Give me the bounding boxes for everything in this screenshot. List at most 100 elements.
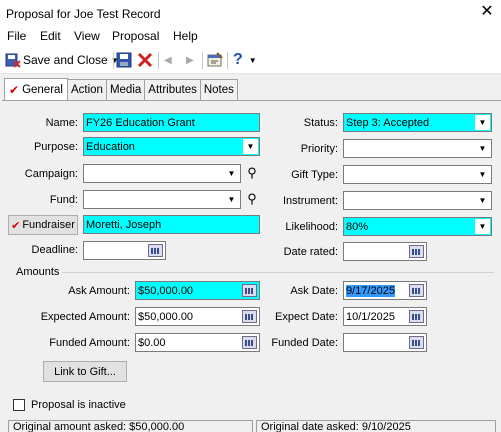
name-field[interactable]: FY26 Education Grant — [83, 113, 260, 132]
menu-edit[interactable]: Edit — [40, 29, 61, 43]
funded-date-label: Funded Date: — [271, 337, 338, 349]
funded-amount-value: $0.00 — [138, 336, 166, 349]
checkmark-icon: ✔ — [11, 219, 21, 232]
deadline-label: Deadline: — [31, 244, 78, 256]
previous-record-icon[interactable]: ◀ — [164, 50, 172, 70]
purpose-label: Purpose: — [33, 141, 78, 153]
deadline-field[interactable] — [83, 241, 166, 260]
tab-media[interactable]: Media — [105, 79, 146, 100]
fundraiser-field[interactable]: Moretti, Joseph — [83, 215, 260, 234]
campaign-label: Campaign: — [24, 168, 78, 180]
fund-select[interactable]: ▼ — [83, 190, 241, 209]
instrument-label: Instrument: — [282, 195, 338, 207]
save-button[interactable] — [116, 50, 132, 70]
expect-date-field[interactable]: 10/1/2025 — [343, 307, 427, 326]
link-to-gift-button[interactable]: Link to Gift... — [43, 361, 127, 382]
expect-date-value: 10/1/2025 — [346, 310, 395, 323]
status-select[interactable]: Step 3: Accepted ▼ — [343, 113, 492, 132]
likelihood-select[interactable]: 80% ▼ — [343, 217, 492, 236]
binoculars-icon[interactable]: ⚲ — [244, 191, 260, 207]
likelihood-label: Likelihood: — [285, 221, 338, 233]
name-label: Name: — [45, 117, 78, 129]
close-icon[interactable]: ✕ — [477, 3, 497, 21]
instrument-select[interactable]: ▼ — [343, 191, 492, 210]
calendar-icon[interactable] — [409, 310, 424, 323]
chevron-down-icon[interactable]: ▼ — [475, 193, 490, 208]
save-and-close-label: Save and Close — [23, 53, 108, 67]
properties-button[interactable] — [207, 50, 223, 70]
chevron-down-icon: ▼ — [248, 55, 257, 65]
calculator-icon[interactable] — [242, 284, 257, 297]
amounts-divider — [62, 272, 494, 273]
ask-amount-field[interactable]: $50,000.00 — [135, 281, 260, 300]
funded-date-field[interactable] — [343, 333, 427, 352]
calendar-icon[interactable] — [148, 244, 163, 257]
name-value: FY26 Education Grant — [86, 116, 195, 129]
chevron-down-icon[interactable]: ▼ — [243, 139, 258, 154]
date-rated-label: Date rated: — [283, 246, 338, 258]
proposal-inactive-checkbox[interactable] — [13, 399, 25, 411]
properties-icon — [207, 52, 223, 67]
campaign-select[interactable]: ▼ — [83, 164, 241, 183]
chevron-down-icon[interactable]: ▼ — [475, 115, 490, 130]
expected-amount-label: Expected Amount: — [40, 311, 130, 323]
calendar-icon[interactable] — [409, 245, 424, 258]
menu-proposal[interactable]: Proposal — [112, 29, 159, 43]
tab-notes[interactable]: Notes — [199, 79, 238, 100]
tab-action-label: Action — [70, 84, 103, 96]
calculator-icon[interactable] — [242, 310, 257, 323]
ask-date-value: 9/17/2025 — [346, 284, 395, 297]
fundraiser-button[interactable]: ✔ Fundraiser — [8, 215, 78, 235]
expected-amount-field[interactable]: $50,000.00 — [135, 307, 260, 326]
gift-type-label: Gift Type: — [291, 169, 338, 181]
tab-attributes[interactable]: Attributes — [144, 79, 201, 100]
expect-date-label: Expect Date: — [275, 311, 338, 323]
purpose-select[interactable]: Education ▼ — [83, 137, 260, 156]
title-bar: Proposal for Joe Test Record ✕ — [0, 0, 501, 26]
chevron-down-icon[interactable]: ▼ — [224, 192, 239, 207]
tab-strip: ✔ General Action Media Attributes Notes — [4, 78, 238, 101]
likelihood-value: 80% — [346, 220, 369, 233]
tab-general-label: General — [22, 84, 63, 96]
chevron-down-icon[interactable]: ▼ — [224, 166, 239, 181]
menu-help[interactable]: Help — [173, 29, 198, 43]
ask-date-label: Ask Date: — [290, 285, 338, 297]
statusbar-original-date: Original date asked: 9/10/2025 — [256, 420, 496, 432]
calendar-icon[interactable] — [409, 336, 424, 349]
binoculars-icon[interactable]: ⚲ — [244, 165, 260, 181]
help-icon: ? — [233, 51, 243, 68]
priority-label: Priority: — [300, 143, 338, 155]
save-and-close-button[interactable]: Save and Close ▼ — [5, 50, 119, 70]
chevron-down-icon[interactable]: ▼ — [475, 141, 490, 156]
delete-icon — [137, 52, 153, 68]
floppy-icon — [116, 52, 132, 68]
checkmark-icon: ✔ — [9, 83, 20, 97]
tab-action[interactable]: Action — [66, 79, 107, 100]
fundraiser-value: Moretti, Joseph — [86, 218, 162, 231]
calendar-icon[interactable] — [409, 284, 424, 297]
tab-general[interactable]: ✔ General — [4, 78, 68, 101]
expected-amount-value: $50,000.00 — [138, 310, 194, 323]
help-button[interactable]: ? ▼ — [233, 50, 257, 70]
purpose-value: Education — [86, 140, 135, 153]
link-to-gift-label: Link to Gift... — [54, 365, 116, 378]
funded-amount-label: Funded Amount: — [49, 337, 130, 349]
next-record-icon[interactable]: ▶ — [186, 50, 194, 70]
toolbar: Save and Close ▼ ◀ ▶ ? ▼ — [0, 46, 501, 74]
delete-button[interactable] — [137, 50, 153, 70]
chevron-down-icon[interactable]: ▼ — [475, 219, 490, 234]
chevron-down-icon[interactable]: ▼ — [475, 167, 490, 182]
amounts-group-label: Amounts — [16, 266, 60, 278]
ask-amount-label: Ask Amount: — [68, 285, 130, 297]
date-rated-field[interactable] — [343, 242, 427, 261]
ask-date-field[interactable]: 9/17/2025 — [343, 281, 427, 300]
menu-view[interactable]: View — [74, 29, 100, 43]
funded-amount-field[interactable]: $0.00 — [135, 333, 260, 352]
original-amount-text: Original amount asked: $50,000.00 — [13, 421, 185, 432]
calculator-icon[interactable] — [242, 336, 257, 349]
priority-select[interactable]: ▼ — [343, 139, 492, 158]
window-title: Proposal for Joe Test Record — [6, 7, 161, 21]
gift-type-select[interactable]: ▼ — [343, 165, 492, 184]
fund-label: Fund: — [49, 194, 78, 206]
menu-file[interactable]: File — [7, 29, 26, 43]
